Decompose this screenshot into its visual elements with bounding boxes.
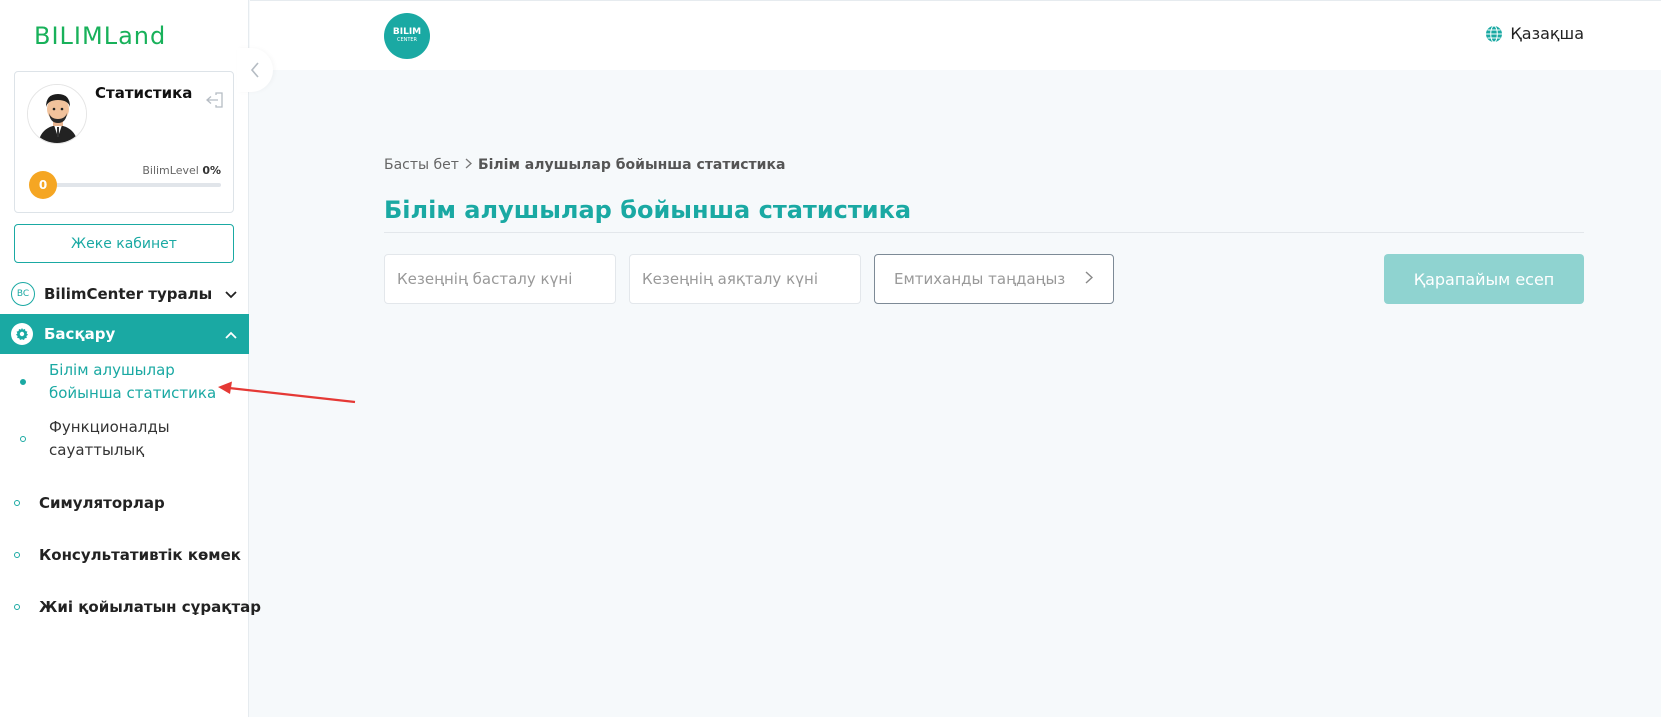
dot-icon <box>14 604 20 610</box>
sidebar-item-consulting[interactable]: Консультативтік көмек <box>0 542 249 568</box>
sidebar-item-label: Басқару <box>44 325 116 343</box>
sidebar-item-admin[interactable]: Басқару <box>0 314 249 354</box>
profile-card: Статистика BilimLevel 0% 0 <box>14 71 234 213</box>
sidebar-subitem-student-statistics[interactable]: Білім алушылар бойынша статистика <box>0 359 249 405</box>
exam-select-placeholder: Емтиханды таңдаңыз <box>894 270 1066 288</box>
exam-select[interactable]: Емтиханды таңдаңыз <box>874 254 1114 304</box>
sidebar: BILIMLand Статистика BilimLevel 0% 0 Жек… <box>0 0 261 717</box>
chevron-up-icon <box>225 325 237 343</box>
chevron-right-icon <box>1085 270 1094 288</box>
top-header: BILIM CENTER Қазақша <box>250 0 1661 70</box>
title-divider <box>384 232 1584 233</box>
sidebar-collapse-button[interactable] <box>237 48 273 92</box>
globe-icon <box>1486 25 1503 42</box>
profile-name: Статистика <box>95 84 193 102</box>
bc-icon: BC <box>11 282 35 306</box>
sidebar-item-label: Симуляторлар <box>39 494 165 512</box>
avatar-person-icon <box>28 85 86 143</box>
period-end-date-input[interactable] <box>629 254 861 304</box>
bilimlevel-label: BilimLevel 0% <box>142 164 221 177</box>
dot-icon <box>14 552 20 558</box>
breadcrumb: Басты бет Білім алушылар бойынша статист… <box>384 157 785 173</box>
period-start-date-input[interactable] <box>384 254 616 304</box>
header-top-divider <box>250 0 1661 1</box>
bilimland-logo[interactable]: BILIMLand <box>34 22 166 50</box>
level-badge: 0 <box>29 171 57 199</box>
sidebar-subitem-label: Білім алушылар бойынша статистика <box>49 361 217 402</box>
dot-icon <box>20 436 26 442</box>
chevron-down-icon <box>225 285 237 303</box>
breadcrumb-home-link[interactable]: Басты бет <box>384 157 459 173</box>
sidebar-item-about[interactable]: BC BilimCenter туралы <box>0 279 249 309</box>
sidebar-item-label: Жиі қойылатын сұрақтар <box>39 598 262 616</box>
annotation-arrow-icon <box>218 381 356 404</box>
chevron-right-icon <box>465 157 472 173</box>
active-dot-icon <box>20 379 26 385</box>
personal-cabinet-button[interactable]: Жеке кабинет <box>14 224 234 263</box>
sidebar-item-label: BilimCenter туралы <box>44 285 213 303</box>
sidebar-item-simulators[interactable]: Симуляторлар <box>0 490 249 516</box>
simple-report-button[interactable]: Қарапайым есеп <box>1384 254 1584 304</box>
sidebar-subitem-label: Функционалды сауаттылық <box>49 418 170 459</box>
dot-icon <box>14 500 20 506</box>
sidebar-subitem-functional-literacy[interactable]: Функционалды сауаттылық <box>0 416 249 462</box>
page-title: Білім алушылар бойынша статистика <box>384 196 912 224</box>
language-label: Қазақша <box>1510 24 1584 43</box>
bilimlevel-progress-bar <box>43 183 221 187</box>
logout-icon[interactable] <box>205 92 223 112</box>
breadcrumb-current: Білім алушылар бойынша статистика <box>477 157 786 173</box>
avatar <box>27 84 87 144</box>
sidebar-item-faq[interactable]: Жиі қойылатын сұрақтар <box>0 594 261 620</box>
chevron-left-icon <box>250 62 259 78</box>
language-selector[interactable]: Қазақша <box>1485 24 1584 43</box>
bilimcenter-logo[interactable]: BILIM CENTER <box>384 13 430 59</box>
bilimlevel-value: 0% <box>202 164 221 177</box>
gear-icon <box>11 323 33 345</box>
sidebar-item-label: Консультативтік көмек <box>39 546 241 564</box>
